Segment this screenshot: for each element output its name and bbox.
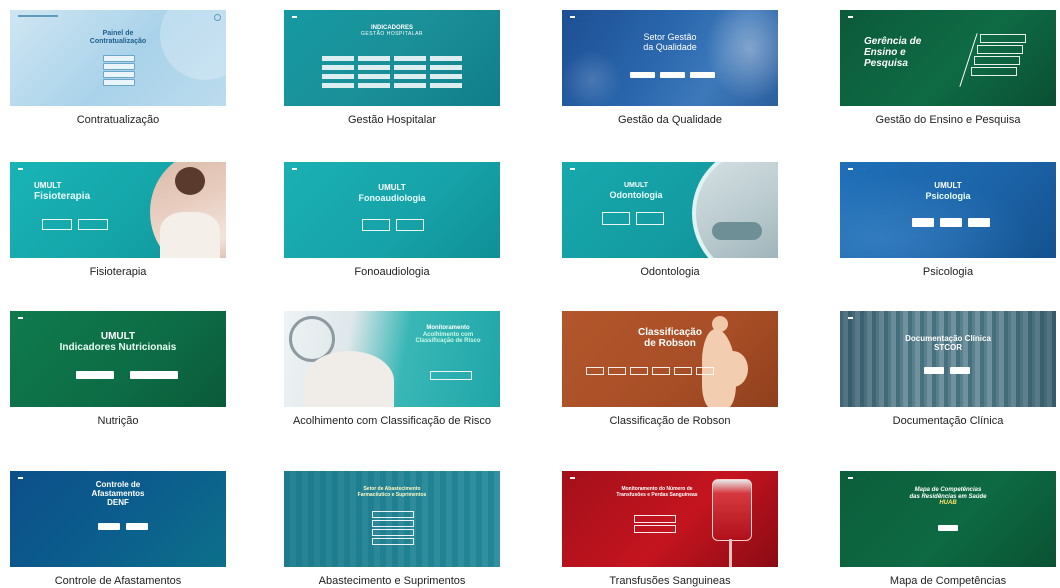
card-caption[interactable]: Gestão da Qualidade — [542, 115, 798, 126]
thumbnail-title: INDICADORES GESTÃO HOSPITALAR — [360, 25, 424, 37]
dashboard-thumbnail[interactable]: · · · Documentação Clínica STCOR — [840, 311, 1056, 407]
card-caption[interactable]: Transfusões Sanguineas — [542, 576, 798, 587]
dashboard-thumbnail[interactable]: Classificação de Robson — [562, 311, 778, 407]
thumbnail-title: Setor Gestão da Qualidade — [643, 32, 697, 53]
dashboard-thumbnail[interactable]: · · · UMULT Odontologia — [562, 162, 778, 258]
dashboard-thumbnail[interactable]: · · · INDICADORES GESTÃO HOSPITALAR — [284, 10, 500, 106]
thumbnail-title: UMULT Fisioterapia — [34, 181, 91, 202]
thumbnail-title: Monitoramento Acolhimento com Classificaçã… — [415, 325, 481, 345]
dashboard-card-documentacao-clinica[interactable]: · · · Documentação Clínica STCOR Document… — [840, 311, 1056, 427]
dashboard-card-odontologia[interactable]: · · · UMULT Odontologia Odontologia — [562, 162, 778, 278]
dashboard-thumbnail[interactable]: · · · UMULT Indicadores Nutricionais — [10, 311, 226, 407]
thumbnail-title: UMULT Odontologia — [609, 182, 663, 200]
dashboard-card-gestao-hospitalar[interactable]: · · · INDICADORES GESTÃO HOSPITALAR Gestã… — [284, 10, 500, 126]
thumbnail-title: Classificação de Robson — [638, 327, 702, 350]
card-caption[interactable]: Odontologia — [542, 267, 798, 278]
card-caption[interactable]: Nutrição — [0, 416, 246, 427]
thumbnail-title: Mapa de Competências das Residências em S… — [909, 487, 987, 507]
dashboard-card-abastecimento[interactable]: Setor de Abastecimento Farmacêutico e Sup… — [284, 471, 500, 587]
thumbnail-title: Monitoramento do Número de Transfusões e … — [616, 486, 698, 498]
card-caption[interactable]: Controle de Afastamentos — [0, 576, 246, 587]
dashboard-thumbnail[interactable]: · · · · Setor Gestão da Qualidade — [562, 10, 778, 106]
dashboard-card-acolhimento[interactable]: Monitoramento Acolhimento com Classificaçã… — [284, 311, 500, 427]
dashboard-thumbnail[interactable]: · · · Controle de Afastamentos DENF — [10, 471, 226, 567]
dashboard-thumbnail[interactable]: · · · Mapa de Competências das Residência… — [840, 471, 1056, 567]
thumbnail-title: Gerência de Ensino e Pesquisa — [864, 36, 922, 70]
card-caption[interactable]: Gestão do Ensino e Pesquisa — [820, 115, 1060, 126]
thumbnail-title: UMULT Fonoaudiologia — [358, 183, 426, 203]
dashboard-thumbnail[interactable]: · · · UMULT Fonoaudiologia — [284, 162, 500, 258]
dashboard-card-ensino-pesquisa[interactable]: · · · Gerência de Ensino e Pesquisa Gestão… — [840, 10, 1056, 126]
dashboard-thumbnail[interactable]: · · · UMULT Fisioterapia — [10, 162, 226, 258]
card-caption[interactable]: Documentação Clínica — [820, 416, 1060, 427]
dashboard-card-psicologia[interactable]: · · · UMULT Psicologia Psicologia — [840, 162, 1056, 278]
card-caption[interactable]: Contratualização — [0, 115, 246, 126]
dashboard-thumbnail[interactable]: · · · UMULT Psicologia — [840, 162, 1056, 258]
card-caption[interactable]: Mapa de Competências — [820, 576, 1060, 587]
card-caption[interactable]: Fonoaudiologia — [264, 267, 520, 278]
dashboard-card-robson[interactable]: Classificação de Robson Classificação de … — [562, 311, 778, 427]
card-caption[interactable]: Fisioterapia — [0, 267, 246, 278]
dashboard-card-fonoaudiologia[interactable]: · · · UMULT Fonoaudiologia Fonoaudiologia — [284, 162, 500, 278]
dashboard-thumbnail[interactable]: · · · Gerência de Ensino e Pesquisa — [840, 10, 1056, 106]
dashboard-card-gestao-qualidade[interactable]: · · · · Setor Gestão da Qualidade Gestão … — [562, 10, 778, 126]
thumbnail-title: UMULT Indicadores Nutricionais — [59, 331, 177, 354]
thumbnail-title: Setor de Abastecimento Farmacêutico e Sup… — [357, 486, 427, 498]
thumbnail-title: Documentação Clínica STCOR — [905, 334, 991, 352]
card-caption[interactable]: Classificação de Robson — [542, 416, 798, 427]
card-caption[interactable]: Abastecimento e Suprimentos — [264, 576, 520, 587]
thumbnail-title: Painel de Contratualização — [89, 30, 147, 45]
dashboard-card-contratualizacao[interactable]: Painel de Contratualização Contratualizaç… — [10, 10, 226, 126]
card-caption[interactable]: Gestão Hospitalar — [264, 115, 520, 126]
dashboard-card-mapa-competencias[interactable]: · · · Mapa de Competências das Residência… — [840, 471, 1056, 587]
card-caption[interactable]: Psicologia — [820, 267, 1060, 278]
card-caption[interactable]: Acolhimento com Classificação de Risco — [264, 416, 520, 427]
dashboard-thumbnail[interactable]: Setor de Abastecimento Farmacêutico e Sup… — [284, 471, 500, 567]
dashboard-thumbnail[interactable]: Painel de Contratualização — [10, 10, 226, 106]
dashboard-card-fisioterapia[interactable]: · · · UMULT Fisioterapia Fisioterapia — [10, 162, 226, 278]
dashboard-card-transfusoes[interactable]: · · · Monitoramento do Número de Transfus… — [562, 471, 778, 587]
dashboard-thumbnail[interactable]: Monitoramento Acolhimento com Classificaçã… — [284, 311, 500, 407]
dashboard-card-controle-afastamentos[interactable]: · · · Controle de Afastamentos DENF Contro… — [10, 471, 226, 587]
thumbnail-title: Controle de Afastamentos DENF — [91, 480, 145, 507]
thumbnail-title: UMULT Psicologia — [925, 181, 971, 201]
dashboard-thumbnail[interactable]: · · · Monitoramento do Número de Transfus… — [562, 471, 778, 567]
dashboard-card-nutricao[interactable]: · · · UMULT Indicadores Nutricionais Nutr… — [10, 311, 226, 427]
